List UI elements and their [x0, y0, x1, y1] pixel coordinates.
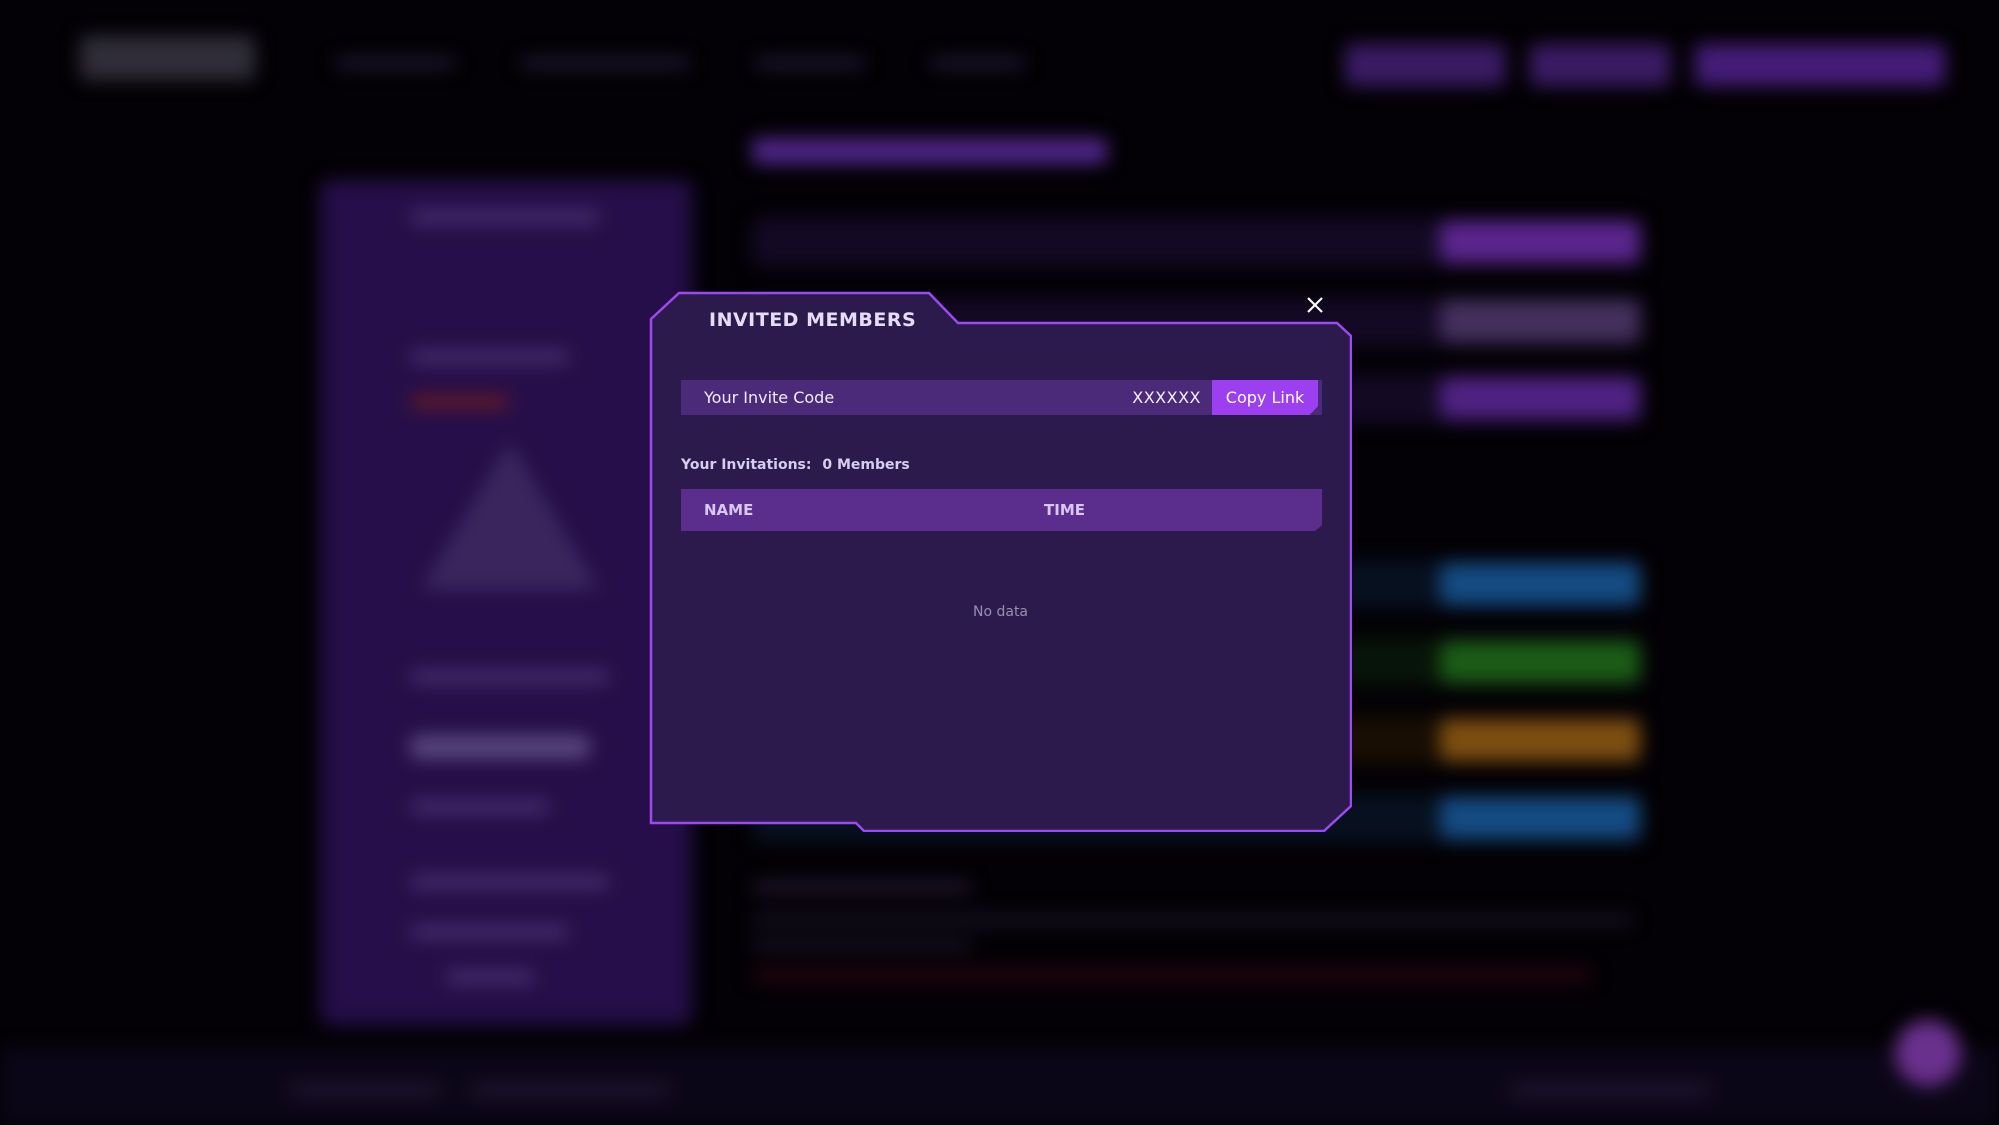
close-button[interactable]: [1302, 292, 1328, 318]
invitations-label: Your Invitations:: [681, 457, 812, 473]
invitations-count: 0 Members: [822, 457, 910, 473]
modal-title: INVITED MEMBERS: [709, 309, 917, 331]
invited-members-modal: INVITED MEMBERS Your Invite Code XXXXXX …: [649, 291, 1352, 832]
empty-state-text: No data: [972, 604, 1029, 620]
column-header-time: TIME: [1044, 501, 1085, 519]
invite-code-value: XXXXXX: [1132, 388, 1201, 407]
column-header-name: NAME: [704, 501, 754, 519]
table-header: NAME TIME: [681, 489, 1322, 531]
copy-link-button[interactable]: Copy Link: [1212, 380, 1318, 415]
invite-code-label: Your Invite Code: [704, 388, 835, 407]
modal-frame: [649, 291, 1352, 832]
invitations-summary: Your Invitations: 0 Members: [681, 457, 916, 473]
close-icon: [1307, 297, 1323, 313]
